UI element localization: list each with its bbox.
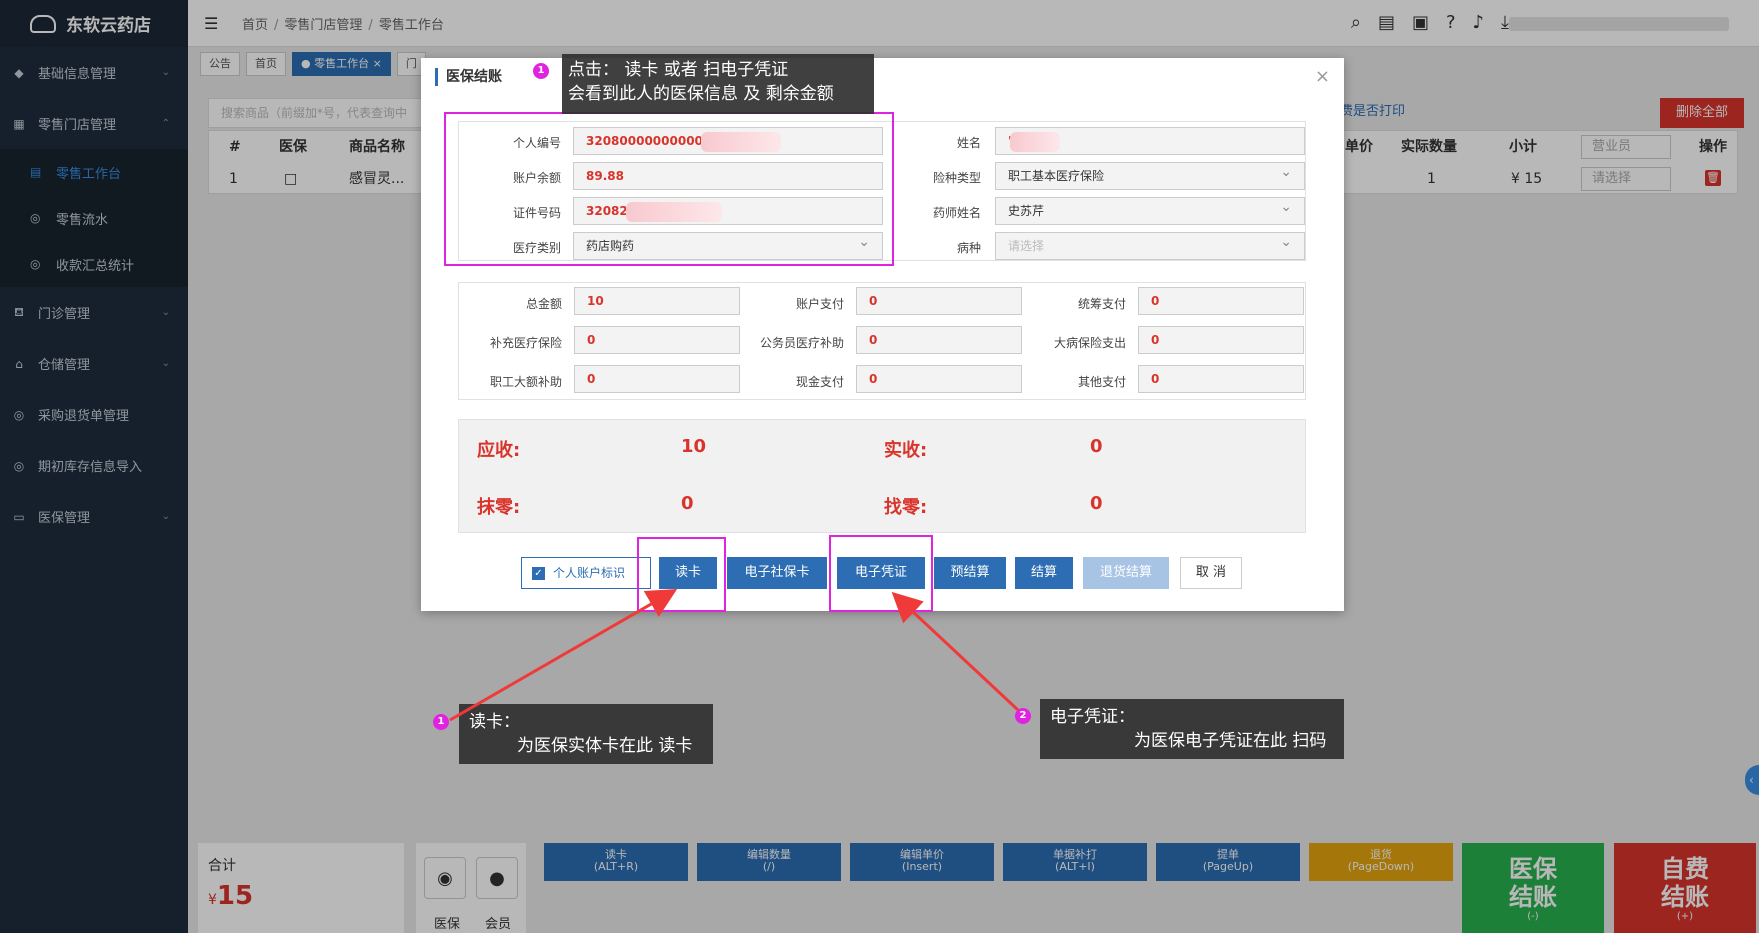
e-voucher-arrow: [891, 591, 1020, 712]
annotation-arrows: [449, 589, 1020, 722]
read-card-arrow: [449, 589, 678, 722]
